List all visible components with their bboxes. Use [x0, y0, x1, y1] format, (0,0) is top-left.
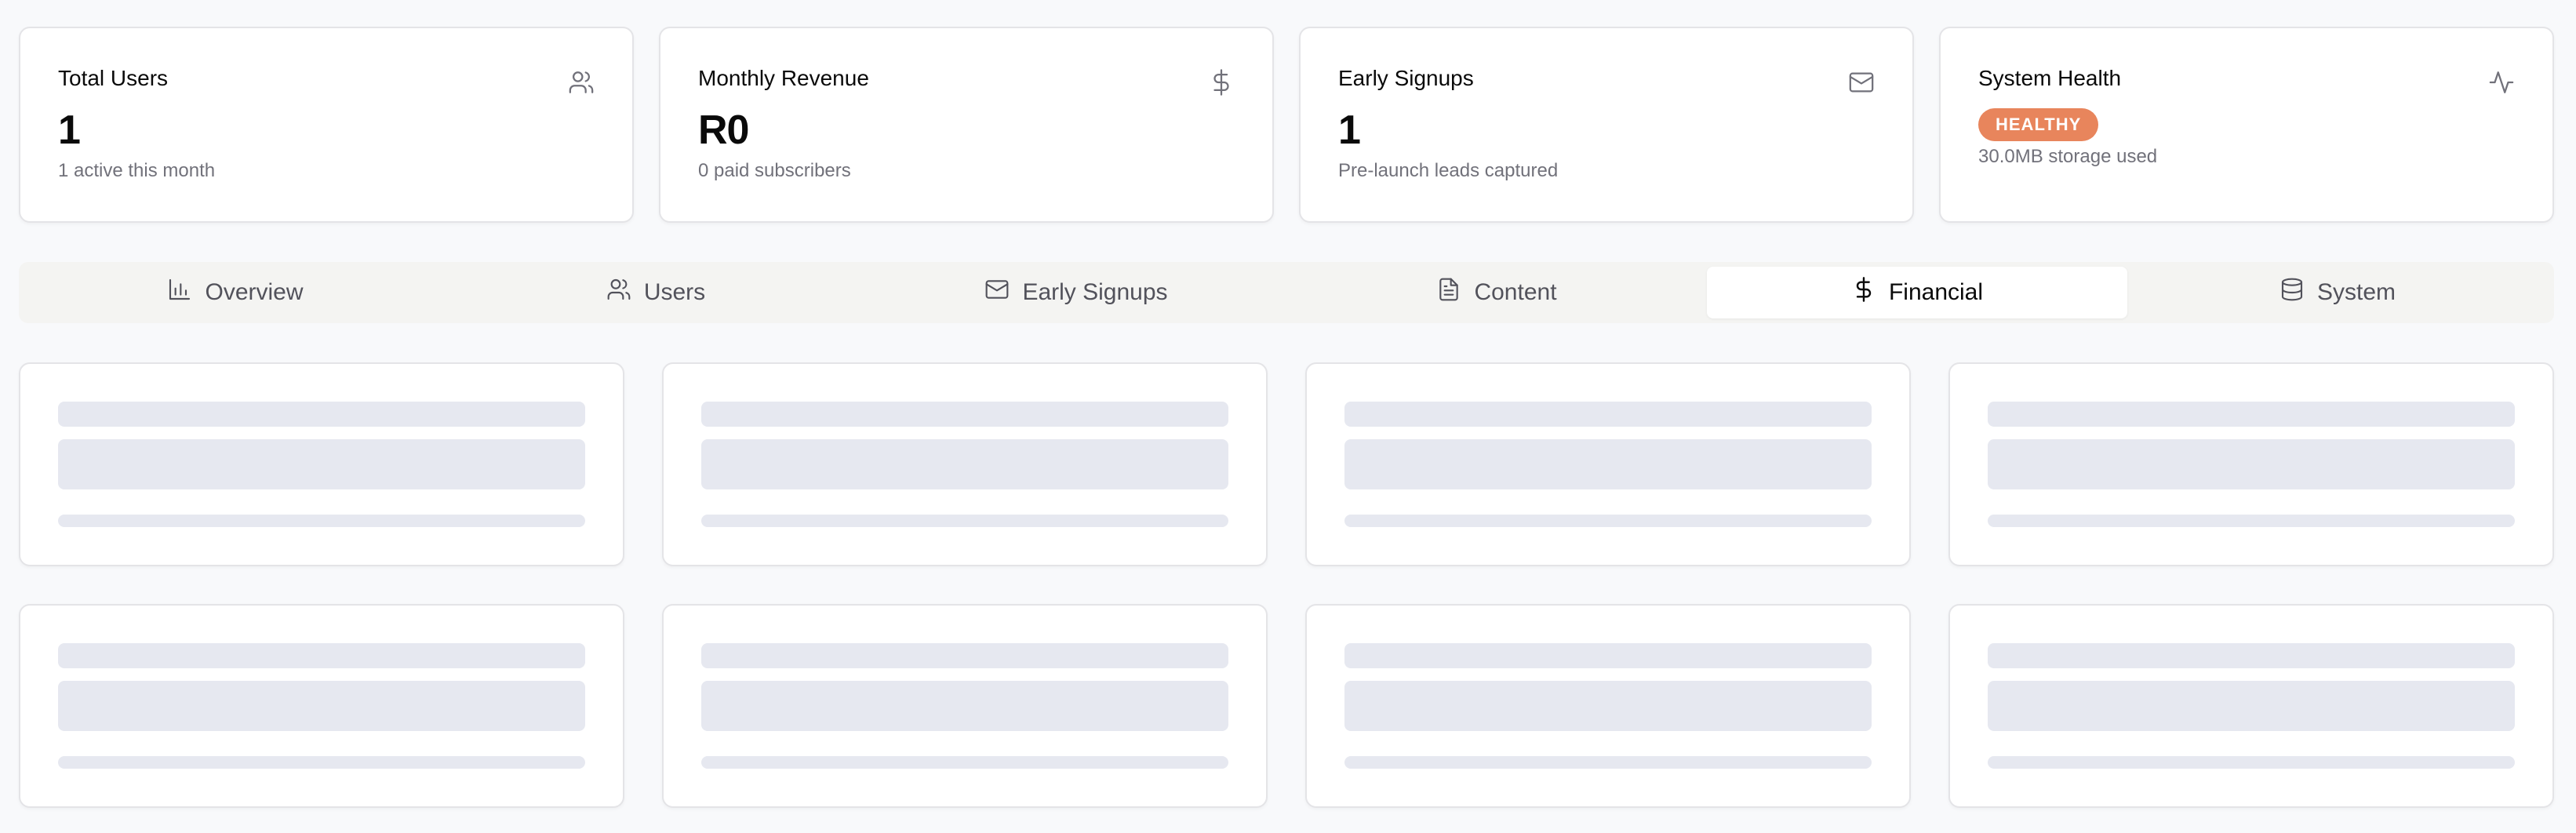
skeleton-block	[1988, 439, 2515, 489]
skeleton-block	[701, 439, 1228, 489]
skeleton-card	[19, 362, 624, 566]
tab-financial[interactable]: Financial	[1707, 267, 2127, 318]
stat-subtitle: Pre-launch leads captured	[1338, 160, 1559, 181]
stat-card-system-health: System Health HEALTHY 30.0MB storage use…	[1939, 27, 2554, 223]
stat-subtitle: 1 active this month	[58, 160, 216, 181]
status-badge: HEALTHY	[1978, 108, 2099, 142]
tab-early-signups[interactable]: Early Signups	[866, 267, 1286, 318]
tab-system[interactable]: System	[2127, 267, 2548, 318]
tab-label: Users	[643, 279, 706, 305]
skeleton-line	[1988, 756, 2515, 769]
tab-overview[interactable]: Overview	[25, 267, 446, 318]
skeleton-line	[1988, 643, 2515, 668]
tab-label: Content	[1474, 279, 1557, 305]
skeleton-line	[701, 756, 1228, 769]
skeleton-line	[58, 643, 585, 668]
bar-chart-icon	[167, 277, 192, 308]
stat-card-monthly-revenue: Monthly Revenue R0 0 paid subscribers	[659, 27, 1274, 223]
tab-label: System	[2316, 279, 2396, 305]
stat-value: 1	[1338, 107, 1361, 153]
skeleton-block	[1344, 681, 1872, 731]
stat-title: System Health	[1978, 66, 2122, 90]
skeleton-card	[19, 604, 624, 808]
tab-label: Overview	[205, 279, 304, 305]
skeleton-line	[58, 756, 585, 769]
skeleton-card	[1948, 604, 2554, 808]
stat-subtitle: 30.0MB storage used	[1978, 146, 2158, 168]
skeleton-line	[701, 515, 1228, 527]
skeleton-block	[1988, 681, 2515, 731]
users-icon	[606, 277, 631, 308]
skeleton-block	[1344, 439, 1872, 489]
tab-content[interactable]: Content	[1286, 267, 1707, 318]
tab-users[interactable]: Users	[446, 267, 866, 318]
loading-skeleton-grid	[19, 362, 2554, 808]
skeleton-line	[701, 643, 1228, 668]
skeleton-line	[1988, 515, 2515, 527]
mail-icon	[1848, 69, 1875, 96]
dollar-icon	[1208, 69, 1235, 96]
stat-value: R0	[698, 107, 749, 153]
file-text-icon	[1436, 277, 1461, 308]
skeleton-line	[1344, 756, 1872, 769]
skeleton-block	[58, 439, 585, 489]
skeleton-line	[1988, 402, 2515, 427]
tab-bar: Overview Users Early Signups Content Fin…	[19, 262, 2554, 323]
skeleton-line	[1344, 643, 1872, 668]
users-icon	[568, 69, 595, 96]
tab-label: Financial	[1888, 279, 1984, 305]
skeleton-card	[1948, 362, 2554, 566]
dollar-icon	[1851, 277, 1876, 308]
skeleton-block	[701, 681, 1228, 731]
stat-title: Total Users	[58, 66, 169, 90]
skeleton-line	[58, 402, 585, 427]
database-icon	[2279, 277, 2305, 308]
skeleton-card	[662, 604, 1268, 808]
skeleton-card	[1305, 604, 1911, 808]
stat-value: 1	[58, 107, 81, 153]
tab-label: Early Signups	[1022, 279, 1168, 305]
stat-card-early-signups: Early Signups 1 Pre-launch leads capture…	[1299, 27, 1914, 223]
skeleton-line	[1344, 402, 1872, 427]
stat-card-total-users: Total Users 1 1 active this month	[19, 27, 634, 223]
skeleton-card	[662, 362, 1268, 566]
skeleton-line	[701, 402, 1228, 427]
skeleton-line	[58, 515, 585, 527]
admin-dashboard: Total Users 1 1 active this month Monthl…	[0, 0, 2576, 833]
stats-row: Total Users 1 1 active this month Monthl…	[19, 27, 2554, 223]
skeleton-card	[1305, 362, 1911, 566]
skeleton-line	[1344, 515, 1872, 527]
stat-subtitle: 0 paid subscribers	[698, 160, 851, 181]
skeleton-block	[58, 681, 585, 731]
mail-icon	[984, 277, 1010, 308]
stat-title: Monthly Revenue	[698, 66, 869, 90]
activity-icon	[2488, 69, 2515, 96]
stat-title: Early Signups	[1338, 66, 1474, 90]
